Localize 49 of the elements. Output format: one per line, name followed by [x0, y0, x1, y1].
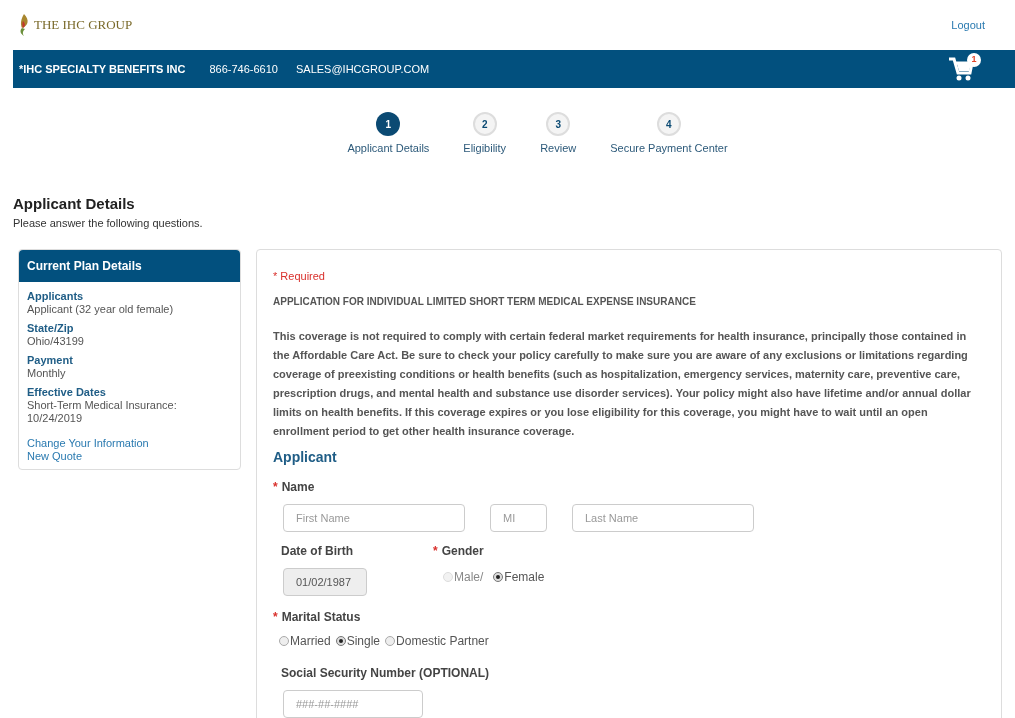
required-asterisk: *	[433, 543, 438, 560]
radio-label[interactable]: Female	[504, 568, 545, 586]
sidebar-link[interactable]: New Quote	[27, 449, 83, 463]
detail-value: Short-Term Medical Insurance: 10/24/2019	[27, 398, 178, 425]
step-tab[interactable]: 4 Secure Payment Center	[606, 112, 732, 157]
logo-text: THE IHC GROUP	[34, 16, 133, 35]
detail-value: Monthly	[27, 366, 67, 380]
field-label: Social Security Number (OPTIONAL)	[281, 665, 490, 682]
phone-number: 866-746-6610	[209, 61, 278, 77]
card-title: Current Plan Details	[19, 249, 240, 282]
radio-button[interactable]	[279, 636, 289, 646]
radio-button[interactable]	[385, 636, 396, 646]
detail-label: Payment	[27, 353, 74, 367]
form-heading: APPLICATION FOR INDIVIDUAL LIMITED SHORT TERM MEDICAL EXPENSE INSURANCE	[273, 295, 697, 309]
detail-value: Ohio/43199	[27, 334, 85, 348]
disclaimer-paragraph: This coverage is not required to comply with certain federal market requirements for health insurance, principally those contained in the Affordable Care Act. Be sure to check your policy carefully to make sure you are aware of any exclusions or limitations regarding coverage of preexisting conditions or health benefits (such as hospitalization, emergency services, maternity care, preventive care, prescription drugs, and mental health and substance use disorder services). Your policy might also have lifetime and/or annual dollar limits on health benefits. If this coverage expires or you lose eligibility for this coverage, you might have to wait until an open enrollment period to get other health insurance coverage.	[273, 329, 972, 439]
input-field[interactable]: ###-##-####	[283, 690, 423, 718]
step-tab[interactable]: 3 Review	[536, 112, 581, 157]
field-label: Name	[281, 479, 315, 496]
company-name: *IHC SPECIALTY BENEFITS INC	[19, 61, 186, 77]
input-field[interactable]: Last Name	[572, 504, 754, 532]
flame-logo-icon	[18, 14, 30, 36]
field-label: Gender	[441, 543, 484, 560]
section-title: Applicant	[273, 448, 338, 467]
radio-label[interactable]: Domestic Partner	[396, 632, 489, 650]
field-label: Date of Birth	[281, 543, 353, 560]
required-asterisk: *	[273, 609, 278, 626]
required-note: * Required	[273, 268, 326, 284]
cart-icon[interactable]	[949, 57, 975, 81]
step-tab[interactable]: 2 Eligibility	[459, 112, 511, 157]
detail-value: Applicant (32 year old female)	[27, 302, 175, 316]
required-asterisk: *	[273, 479, 278, 496]
detail-label: Effective Dates	[27, 385, 107, 399]
radio-label[interactable]: Married	[290, 632, 331, 650]
detail-label: State/Zip	[27, 321, 75, 335]
field-label: Marital Status	[281, 609, 361, 626]
logout-link[interactable]: Logout	[951, 16, 985, 34]
input-field[interactable]: MI	[490, 504, 547, 532]
input-field[interactable]: First Name	[283, 504, 465, 532]
radio-label[interactable]: Single	[346, 632, 381, 650]
page-subtitle: Please answer the following questions.	[13, 216, 204, 231]
email-address: SALES@IHCGROUP.COM	[295, 61, 430, 77]
detail-label: Applicants	[27, 289, 85, 303]
radio-button[interactable]	[335, 636, 346, 646]
page-title: Applicant Details	[13, 193, 136, 214]
cart-count-badge: 1	[967, 53, 981, 67]
radio-button[interactable]	[493, 572, 504, 582]
step-tab[interactable]: 1 Applicant Details	[343, 112, 434, 157]
sidebar-link[interactable]: Change Your Information	[27, 436, 149, 450]
